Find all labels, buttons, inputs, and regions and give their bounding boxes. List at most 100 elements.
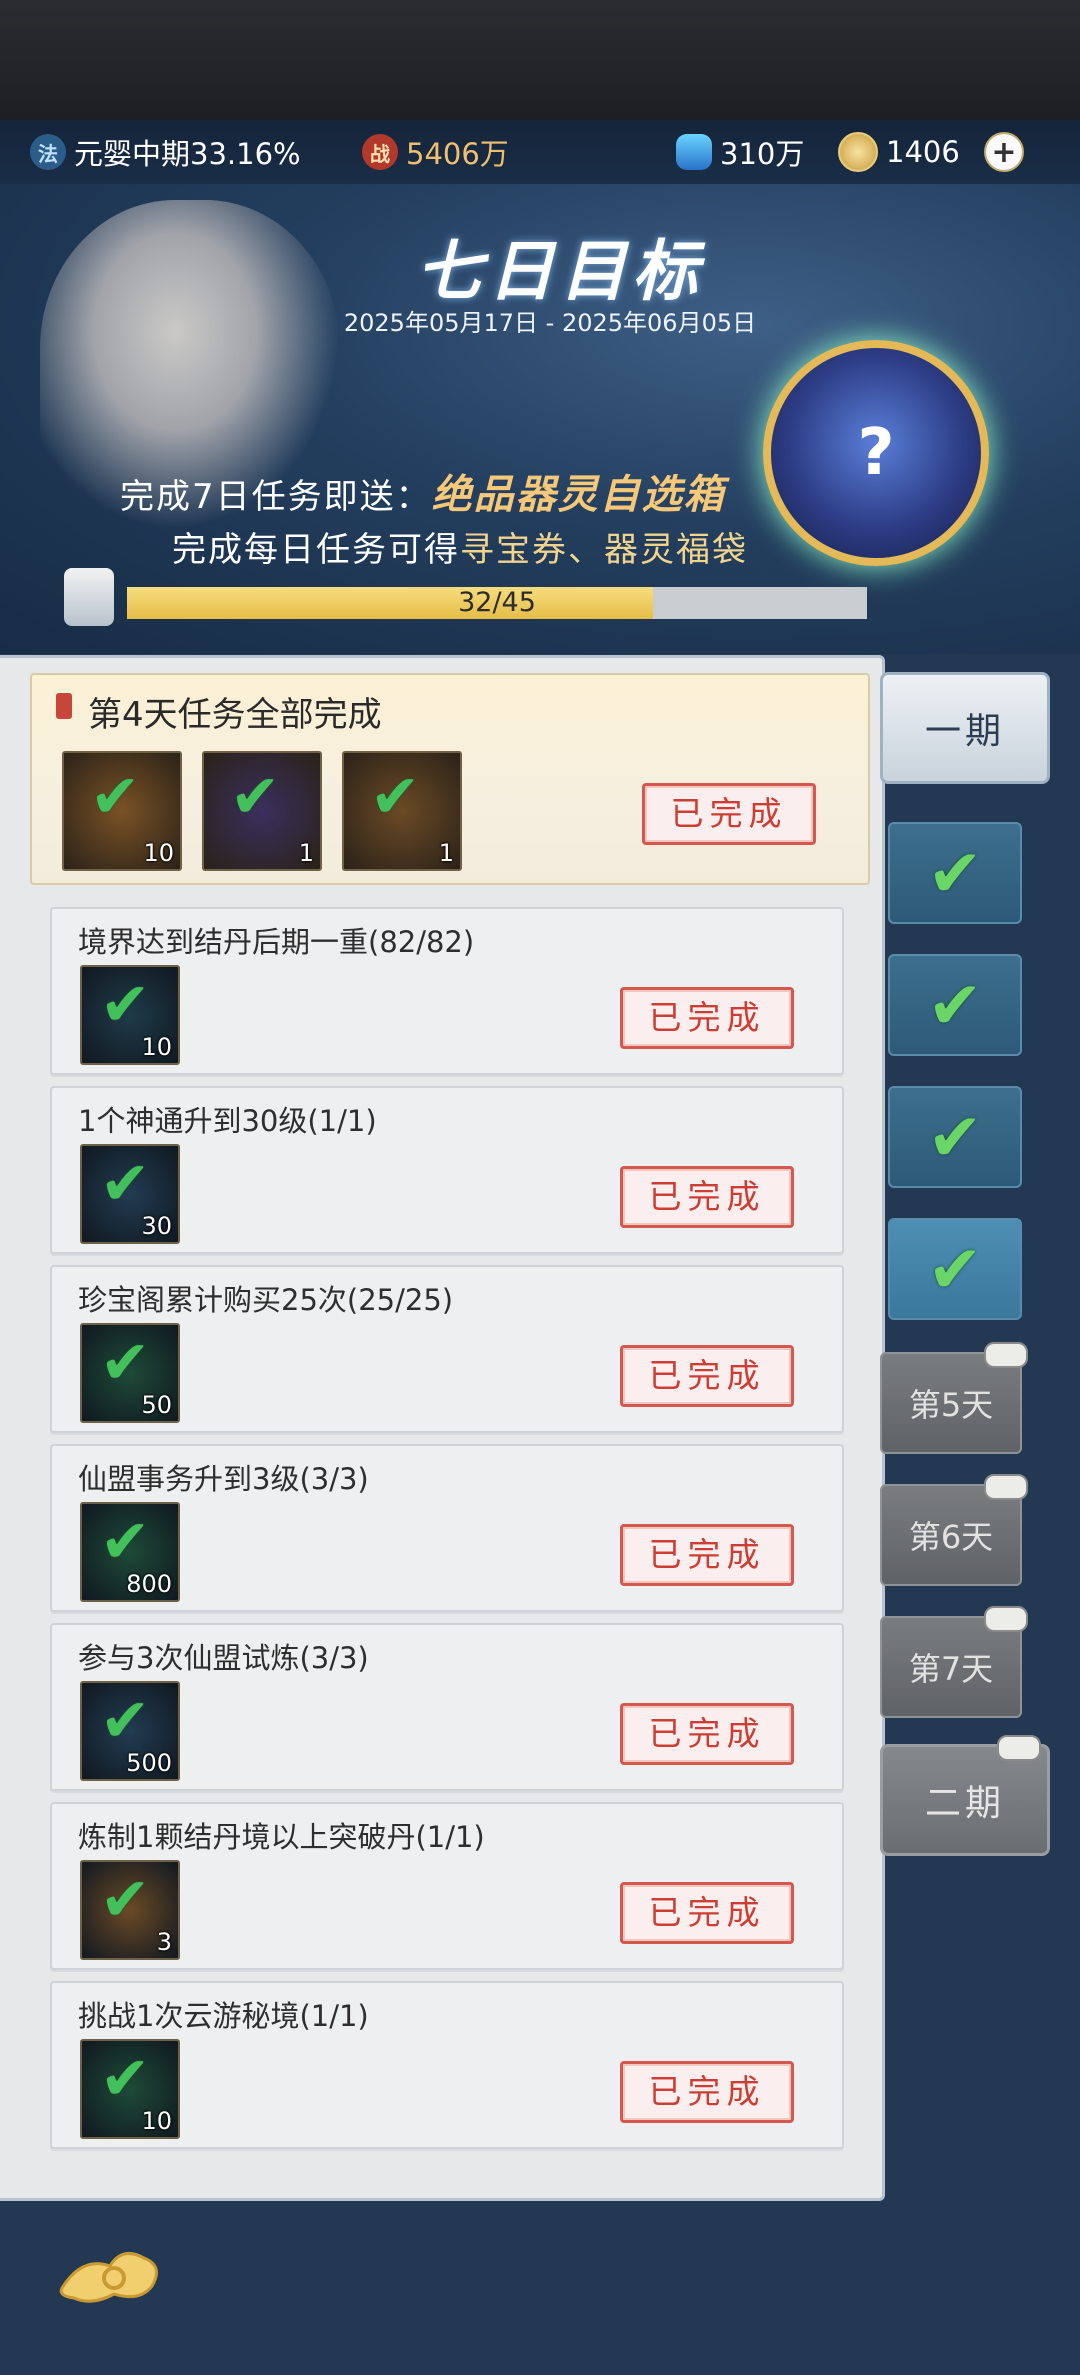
task-title: 境界达到结丹后期一重(82/82) (78, 925, 475, 959)
check-icon: ✔ (927, 966, 983, 1044)
crystal-icon (676, 134, 712, 170)
check-icon: ✔ (100, 1686, 151, 1756)
item-count: 1 (438, 839, 454, 867)
power-label: 5406万 (406, 137, 509, 171)
item-count: 10 (141, 2107, 172, 2135)
tab-period-2-label: 二期 (924, 1783, 1005, 1824)
check-icon: ✔ (927, 1230, 983, 1308)
check-icon: ✔ (370, 762, 421, 832)
scroll-icon[interactable] (64, 568, 114, 626)
item-count: 30 (141, 1212, 172, 1240)
add-currency-button[interactable]: + (984, 120, 1032, 184)
jade-item-icon[interactable]: ✔ 10 (80, 2039, 180, 2139)
seal-icon (56, 693, 72, 719)
task-row: 仙盟事务升到3级(3/3) ✔ 800 已完成 (50, 1444, 844, 1612)
chest-item-icon[interactable]: ✔ 50 (80, 1323, 180, 1423)
tab-day-1[interactable]: ✔ (888, 822, 1022, 924)
completed-button[interactable]: 已完成 (620, 1345, 794, 1407)
day-summary-card: 第4天任务全部完成 ✔ 10 ✔ 1 ✔ 1 已完成 (30, 673, 870, 885)
treasure-box-item-icon[interactable]: ✔ 1 (342, 751, 462, 871)
question-mark-icon: ? (857, 416, 895, 490)
item-count: 10 (143, 839, 174, 867)
task-row: 境界达到结丹后期一重(82/82) ✔ 10 已完成 (50, 907, 844, 1075)
check-icon: ✔ (927, 834, 983, 912)
completed-button[interactable]: 已完成 (620, 2061, 794, 2123)
spirit-stone-resource[interactable]: 310万 (676, 120, 804, 184)
item-count: 500 (126, 1749, 172, 1777)
item-count: 3 (156, 1928, 172, 1956)
jade-resource[interactable]: 1406 (838, 120, 960, 184)
check-icon: ✔ (230, 762, 281, 832)
battle-icon: 战 (362, 134, 398, 170)
reward-line-2-highlight: 寻宝券、器灵福袋 (460, 530, 748, 570)
task-title: 1个神通升到30级(1/1) (78, 1104, 377, 1138)
check-icon: ✔ (100, 2044, 151, 2114)
mystery-reward[interactable]: ? (763, 340, 989, 566)
completed-button[interactable]: 已完成 (620, 1882, 794, 1944)
check-icon: ✔ (90, 762, 141, 832)
reward-line-1-highlight: 绝品器灵自选箱 (431, 472, 726, 518)
task-row: 炼制1颗结丹境以上突破丹(1/1) ✔ 3 已完成 (50, 1802, 844, 1970)
bundle-item-icon[interactable]: ✔ 800 (80, 1502, 180, 1602)
progress-text: 32/45 (458, 587, 536, 618)
tab-day-7[interactable]: 第7天 (880, 1606, 1028, 1718)
jade-label: 1406 (886, 135, 960, 169)
task-title: 炼制1颗结丹境以上突破丹(1/1) (78, 1820, 485, 1854)
event-dates: 2025年05月17日 - 2025年06月05日 (343, 309, 757, 337)
lock-icon (984, 1474, 1028, 1500)
plus-icon: + (984, 132, 1024, 172)
resource-bar: 法 元婴中期33.16% 战 5406万 310万 1406 + (0, 120, 1080, 185)
combat-power[interactable]: 战 5406万 (362, 120, 509, 184)
reward-line-2-prefix: 完成每日任务可得 (172, 530, 460, 570)
task-row: 参与3次仙盟试炼(3/3) ✔ 500 已完成 (50, 1623, 844, 1791)
check-icon: ✔ (100, 1507, 151, 1577)
completed-button[interactable]: 已完成 (620, 1703, 794, 1765)
tab-period-2[interactable]: 二期 (880, 1735, 1050, 1856)
progress-bar: 32/45 (127, 587, 867, 619)
reward-line-2: 完成每日任务可得寻宝券、器灵福袋 (172, 522, 748, 571)
dao-icon: 法 (30, 134, 66, 170)
tab-day-5[interactable]: 第5天 (880, 1342, 1028, 1454)
check-icon: ✔ (100, 1865, 151, 1935)
completed-button[interactable]: 已完成 (620, 1524, 794, 1586)
item-count: 1 (298, 839, 314, 867)
lock-icon (984, 1342, 1028, 1368)
talisman-item-icon[interactable]: ✔ 10 (62, 751, 182, 871)
check-icon: ✔ (100, 1328, 151, 1398)
check-icon: ✔ (100, 970, 151, 1040)
tab-day-label: 第6天 (908, 1518, 994, 1556)
tab-period-1[interactable]: 一期 (880, 672, 1050, 784)
tab-day-label: 第7天 (908, 1650, 994, 1688)
task-row: 1个神通升到30级(1/1) ✔ 30 已完成 (50, 1086, 844, 1254)
check-icon: ✔ (100, 1149, 151, 1219)
lock-icon (984, 1606, 1028, 1632)
tab-day-3[interactable]: ✔ (888, 1086, 1022, 1188)
task-title: 挑战1次云游秘境(1/1) (78, 1999, 369, 2033)
task-title: 参与3次仙盟试炼(3/3) (78, 1641, 369, 1675)
item-count: 800 (126, 1570, 172, 1598)
realm-progress[interactable]: 法 元婴中期33.16% (30, 120, 301, 184)
jade-coin-icon (838, 132, 878, 172)
tab-day-6[interactable]: 第6天 (880, 1474, 1028, 1586)
item-count: 10 (141, 1033, 172, 1061)
tab-day-2[interactable]: ✔ (888, 954, 1022, 1056)
spirit-orb-item-icon[interactable]: ✔ 1 (202, 751, 322, 871)
scroll-item-icon[interactable]: ✔ 10 (80, 965, 180, 1065)
status-bar-area (0, 0, 1080, 120)
tab-day-4[interactable]: ✔ (888, 1218, 1022, 1320)
task-title: 仙盟事务升到3级(3/3) (78, 1462, 369, 1496)
book-item-icon[interactable]: ✔ 500 (80, 1681, 180, 1781)
reward-line-1: 完成7日任务即送：绝品器灵自选箱 (120, 462, 726, 520)
lock-icon (997, 1735, 1041, 1761)
task-title: 珍宝阁累计购买25次(25/25) (78, 1283, 454, 1317)
completed-button[interactable]: 已完成 (620, 987, 794, 1049)
completed-button[interactable]: 已完成 (642, 783, 816, 845)
check-icon: ✔ (927, 1098, 983, 1176)
pouch-item-icon[interactable]: ✔ 30 (80, 1144, 180, 1244)
event-title: 七日目标 (416, 233, 704, 310)
item-count: 50 (141, 1391, 172, 1419)
task-row: 珍宝阁累计购买25次(25/25) ✔ 50 已完成 (50, 1265, 844, 1433)
crystal-item-icon[interactable]: ✔ 3 (80, 1860, 180, 1960)
cloud-menu-icon[interactable] (52, 2236, 172, 2316)
completed-button[interactable]: 已完成 (620, 1166, 794, 1228)
